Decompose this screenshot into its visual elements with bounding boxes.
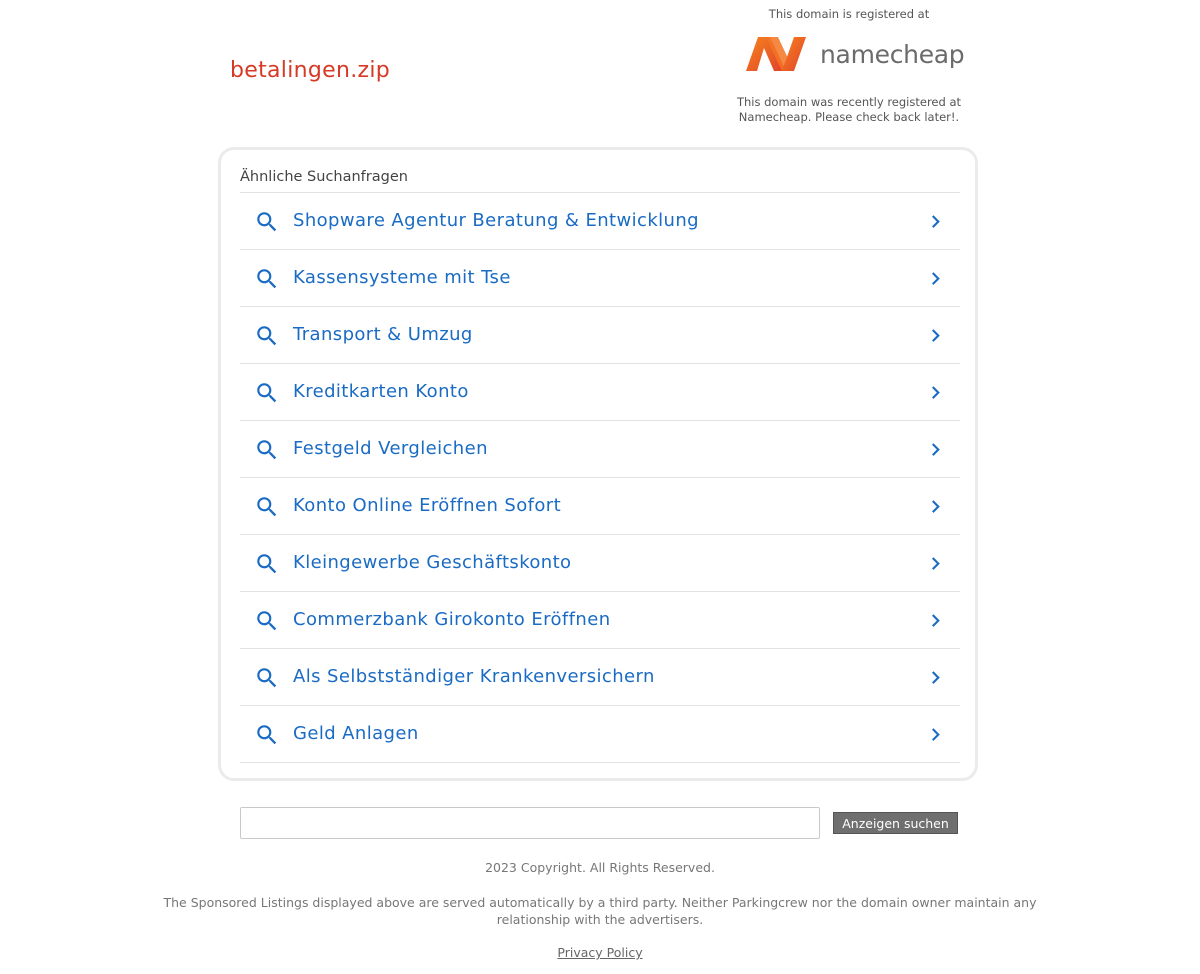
related-search-item[interactable]: Kleingewerbe Geschäftskonto <box>240 534 960 591</box>
related-search-item[interactable]: Kreditkarten Konto <box>240 363 960 420</box>
chevron-right-icon[interactable] <box>923 608 947 632</box>
related-search-label[interactable]: Commerzbank Girokonto Eröffnen <box>293 609 611 630</box>
related-search-item[interactable]: Kassensysteme mit Tse <box>240 249 960 306</box>
related-search-label[interactable]: Kassensysteme mit Tse <box>293 267 511 288</box>
related-searches-heading: Ähnliche Suchanfragen <box>240 169 408 185</box>
related-search-item[interactable]: Commerzbank Girokonto Eröffnen <box>240 591 960 648</box>
search-icon <box>254 380 280 406</box>
search-input[interactable] <box>240 807 820 839</box>
search-ads-button[interactable]: Anzeigen suchen <box>833 812 958 834</box>
chevron-right-icon[interactable] <box>923 266 947 290</box>
chevron-right-icon[interactable] <box>923 494 947 518</box>
related-search-item[interactable]: Shopware Agentur Beratung & Entwicklung <box>240 192 960 249</box>
chevron-right-icon[interactable] <box>923 209 947 233</box>
namecheap-logo[interactable]: namecheap <box>740 32 965 76</box>
related-search-label[interactable]: Festgeld Vergleichen <box>293 438 488 459</box>
related-searches-list: Shopware Agentur Beratung & Entwicklung K… <box>240 192 960 763</box>
search-icon <box>254 494 280 520</box>
related-search-item[interactable]: Transport & Umzug <box>240 306 960 363</box>
search-icon <box>254 437 280 463</box>
namecheap-logo-text: namecheap <box>820 39 965 69</box>
related-search-label[interactable]: Transport & Umzug <box>293 324 473 345</box>
registrar-top-text: This domain is registered at <box>768 7 930 21</box>
related-search-label[interactable]: Shopware Agentur Beratung & Entwicklung <box>293 210 699 231</box>
search-icon <box>254 722 280 748</box>
chevron-right-icon[interactable] <box>923 551 947 575</box>
search-icon <box>254 665 280 691</box>
copyright-text: 2023 Copyright. All Rights Reserved. <box>485 860 715 875</box>
privacy-policy-link[interactable]: Privacy Policy <box>557 945 642 960</box>
chevron-right-icon[interactable] <box>923 323 947 347</box>
related-search-label[interactable]: Geld Anlagen <box>293 723 419 744</box>
registrar-notice-line1: This domain was recently registered at <box>736 95 962 109</box>
domain-title: betalingen.zip <box>230 58 391 83</box>
chevron-right-icon[interactable] <box>923 665 947 689</box>
search-icon <box>254 608 280 634</box>
chevron-right-icon[interactable] <box>923 380 947 404</box>
search-icon <box>254 209 280 235</box>
chevron-right-icon[interactable] <box>923 437 947 461</box>
search-icon <box>254 551 280 577</box>
related-search-label[interactable]: Als Selbstständiger Krankenversichern <box>293 666 655 687</box>
related-search-item[interactable]: Festgeld Vergleichen <box>240 420 960 477</box>
disclaimer-text: The Sponsored Listings displayed above a… <box>163 895 1037 927</box>
registrar-notice-line2: Namecheap. Please check back later!. <box>738 110 960 124</box>
related-search-item[interactable]: Konto Online Eröffnen Sofort <box>240 477 960 534</box>
search-icon <box>254 266 280 292</box>
related-search-label[interactable]: Konto Online Eröffnen Sofort <box>293 495 561 516</box>
chevron-right-icon[interactable] <box>923 722 947 746</box>
search-icon <box>254 323 280 349</box>
registrar-notice: This domain was recently registered at N… <box>718 95 980 125</box>
related-search-label[interactable]: Kreditkarten Konto <box>293 381 469 402</box>
parking-page: betalingen.zip This domain is registered… <box>0 0 1200 974</box>
related-search-item[interactable]: Geld Anlagen <box>240 705 960 763</box>
related-search-label[interactable]: Kleingewerbe Geschäftskonto <box>293 552 571 573</box>
namecheap-logo-icon <box>740 34 812 74</box>
privacy-footer: Privacy Policy <box>0 945 1200 960</box>
related-search-item[interactable]: Als Selbstständiger Krankenversichern <box>240 648 960 705</box>
